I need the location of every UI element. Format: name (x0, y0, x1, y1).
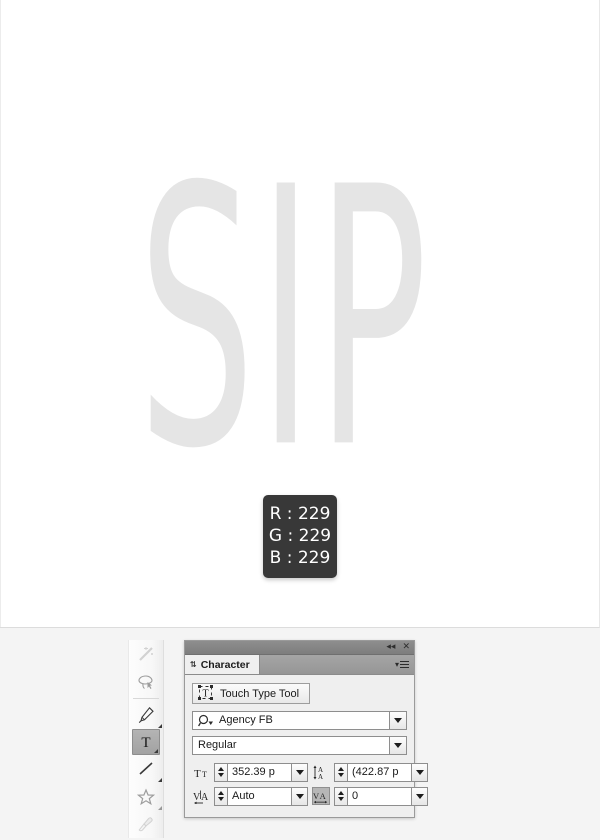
font-family-value: Agency FB (219, 714, 273, 726)
chevron-down-icon (415, 769, 424, 775)
chevron-down-icon (295, 769, 304, 775)
star-tool-flyout-indicator[interactable] (158, 806, 162, 810)
panel-menu-icon[interactable]: ▾ (395, 660, 414, 669)
font-size-stepper[interactable] (214, 762, 227, 782)
pen-icon (137, 706, 155, 724)
character-panel-titlebar[interactable]: ◂◂ ✕ (185, 641, 414, 655)
panel-resize-icon[interactable]: ⇅ (190, 660, 197, 669)
type-tool[interactable]: T (132, 729, 160, 755)
tracking-dropdown-arrow[interactable] (411, 786, 428, 806)
chevron-down-icon (415, 793, 424, 799)
line-segment-tool[interactable] (129, 755, 163, 783)
svg-text:T: T (202, 688, 208, 699)
pen-tool[interactable] (129, 701, 163, 729)
tracking-icon: V A (312, 787, 330, 805)
font-search-icon (198, 714, 214, 728)
kerning-icon: V A (192, 787, 210, 805)
line-segment-icon (137, 760, 155, 778)
leading-stepper[interactable] (334, 762, 347, 782)
paintbrush-icon (137, 816, 155, 834)
artwork-text-object[interactable]: SIP (138, 141, 428, 497)
leading-icon: A A (312, 763, 330, 781)
svg-text:T: T (194, 768, 201, 780)
type-tool-flyout-indicator[interactable] (154, 749, 158, 753)
font-size-field[interactable]: 352.39 p (214, 762, 308, 782)
character-metrics-grid: T T 352.39 p A A (422.87 p V A Auto V A … (192, 762, 428, 806)
leading-dropdown-arrow[interactable] (411, 762, 428, 782)
font-family-row: Agency FB (192, 710, 407, 730)
svg-text:A: A (320, 790, 327, 800)
stepper-up-icon[interactable] (218, 767, 224, 771)
stepper-down-icon[interactable] (218, 773, 224, 777)
tab-character[interactable]: ⇅ Character (185, 655, 260, 674)
svg-text:V: V (193, 792, 201, 803)
touch-type-tool-label: Touch Type Tool (220, 687, 300, 700)
star-icon (137, 788, 155, 806)
leading-field[interactable]: (422.87 p (334, 762, 428, 782)
svg-text:T: T (141, 735, 150, 751)
font-style-row: Regular (192, 735, 407, 755)
touch-type-icon: T (198, 684, 213, 703)
rgb-readout-blue: B : 229 (269, 548, 331, 568)
paintbrush-tool[interactable] (129, 811, 163, 839)
svg-text:A: A (201, 792, 209, 803)
rgb-color-readout: R : 229 G : 229 B : 229 (263, 495, 337, 578)
kerning-dropdown-arrow[interactable] (291, 786, 308, 806)
leading-value[interactable]: (422.87 p (347, 762, 411, 782)
collapse-to-icons-icon[interactable]: ◂◂ (386, 643, 395, 652)
svg-text:T: T (202, 770, 207, 779)
chevron-down-icon (394, 717, 402, 723)
kerning-stepper[interactable] (214, 786, 227, 806)
lasso-icon (137, 673, 155, 691)
tools-panel[interactable]: T (128, 640, 164, 838)
stepper-down-icon[interactable] (338, 773, 344, 777)
tracking-value[interactable]: 0 (347, 786, 411, 806)
stepper-up-icon[interactable] (338, 767, 344, 771)
lasso-tool[interactable] (129, 668, 163, 696)
kerning-field[interactable]: Auto (214, 786, 308, 806)
pen-tool-flyout-indicator[interactable] (158, 724, 162, 728)
kerning-value[interactable]: Auto (227, 786, 291, 806)
rgb-readout-green: G : 229 (268, 526, 332, 546)
line-tool-flyout-indicator[interactable] (158, 778, 162, 782)
rgb-readout-red: R : 229 (269, 504, 331, 524)
stepper-down-icon[interactable] (338, 797, 344, 801)
stepper-up-icon[interactable] (338, 791, 344, 795)
tab-character-label: Character (200, 658, 250, 671)
tracking-field[interactable]: 0 (334, 786, 428, 806)
stepper-down-icon[interactable] (218, 797, 224, 801)
character-panel[interactable]: ◂◂ ✕ ⇅ Character ▾ T Touch Type Tool Age… (184, 640, 428, 818)
chevron-down-icon (295, 793, 304, 799)
close-icon[interactable]: ✕ (402, 643, 410, 652)
chevron-down-icon (394, 742, 402, 748)
touch-type-tool-button[interactable]: T Touch Type Tool (192, 683, 311, 704)
star-tool[interactable] (129, 783, 163, 811)
character-panel-tabrow[interactable]: ⇅ Character ▾ (185, 655, 414, 675)
type-tool-icon: T (137, 733, 155, 751)
magic-wand-icon (137, 645, 155, 663)
magic-wand-tool[interactable] (129, 640, 163, 668)
font-style-input[interactable]: Regular (192, 735, 407, 755)
stepper-up-icon[interactable] (218, 791, 224, 795)
font-style-dropdown-arrow[interactable] (389, 736, 406, 754)
character-panel-body: T Touch Type Tool Agency FB Regular T T … (185, 675, 428, 813)
tracking-stepper[interactable] (334, 786, 347, 806)
font-family-input[interactable]: Agency FB (192, 710, 407, 730)
panel-menu-caret: ▾ (394, 660, 399, 669)
tool-group-divider (133, 698, 159, 699)
font-size-icon: T T (192, 763, 210, 781)
font-size-dropdown-arrow[interactable] (291, 762, 308, 782)
font-style-value: Regular (198, 739, 237, 751)
font-family-dropdown-arrow[interactable] (389, 711, 406, 729)
panel-menu-bars (400, 661, 409, 668)
font-size-value[interactable]: 352.39 p (227, 762, 291, 782)
svg-text:A: A (318, 773, 323, 780)
